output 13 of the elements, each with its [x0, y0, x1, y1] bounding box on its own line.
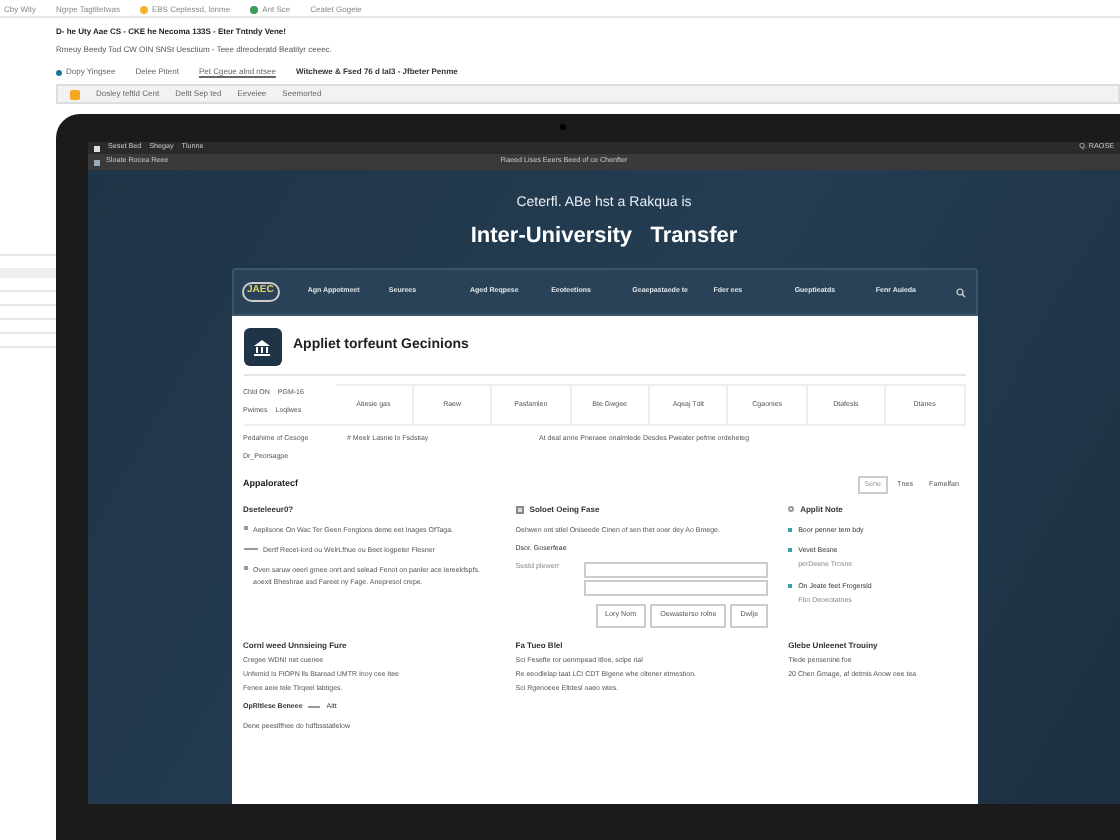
input-field[interactable] — [583, 562, 769, 579]
dash-icon — [243, 547, 257, 550]
bullet-icon — [788, 548, 793, 553]
search-icon[interactable] — [956, 287, 967, 297]
input-field[interactable] — [583, 580, 769, 597]
hero-title: Inter-University Transfer — [470, 221, 738, 251]
bullet-icon — [788, 583, 793, 588]
bank-icon — [243, 328, 281, 366]
bullet-icon — [788, 527, 793, 532]
sidebar-row-highlight — [0, 268, 56, 278]
app-icon — [70, 89, 80, 99]
radio-icon — [788, 506, 795, 513]
checkbox[interactable] — [515, 505, 524, 514]
